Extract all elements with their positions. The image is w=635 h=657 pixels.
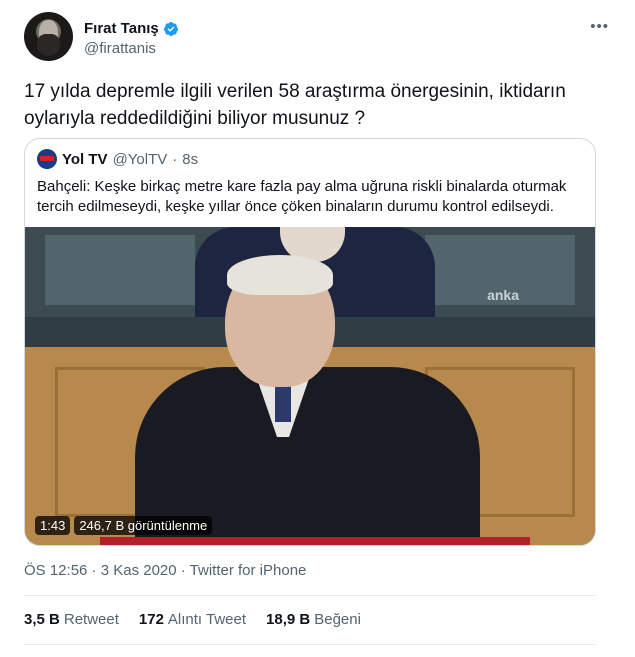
quoted-tweet-header: Yol TV @YolTV · 8s	[37, 149, 198, 169]
divider	[24, 644, 596, 645]
verified-badge-icon	[163, 21, 178, 36]
retweet-stat[interactable]: 3,5 B Retweet	[24, 611, 119, 628]
quoted-tweet-text: Bahçeli: Keşke birkaç metre kare fazla p…	[37, 178, 567, 215]
author-name[interactable]: Fırat Tanış	[84, 20, 159, 37]
more-icon[interactable]: •••	[590, 18, 609, 35]
quoted-author-name: Yol TV	[62, 150, 108, 168]
retweet-count: 3,5 B	[24, 611, 60, 628]
quoted-tweet[interactable]: Yol TV @YolTV · 8s Bahçeli: Keşke birkaç…	[24, 138, 596, 546]
tweet-stats: 3,5 B Retweet 172 Alıntı Tweet 18,9 B Be…	[24, 611, 361, 628]
quoted-author-handle: @YolTV	[112, 150, 168, 168]
like-count: 18,9 B	[266, 611, 311, 628]
separator-dot: ·	[172, 150, 178, 168]
video-podium-red-strip	[100, 537, 530, 545]
video-speaker-tie	[275, 382, 291, 422]
tweet-meta[interactable]: ÖS 12:56 · 3 Kas 2020 · Twitter for iPho…	[24, 562, 306, 579]
yoltv-logo-icon	[37, 149, 57, 169]
divider	[24, 595, 596, 596]
avatar-beard	[37, 34, 60, 56]
video-duration: 1:43	[35, 516, 71, 535]
author-name-row: Fırat Tanış	[84, 20, 179, 37]
quote-tweet-label: Alıntı Tweet	[167, 611, 247, 628]
quoted-timestamp: 8s	[182, 150, 199, 168]
avatar[interactable]	[24, 12, 73, 61]
tweet-text: 17 yılda depremle ilgili verilen 58 araş…	[24, 81, 566, 129]
like-stat[interactable]: 18,9 B Beğeni	[266, 611, 361, 628]
quote-tweet-count: 172	[138, 611, 164, 628]
video-player[interactable]: anka 1:43 246,7 B görüntülenme	[25, 227, 595, 545]
video-speaker-hair	[227, 255, 333, 295]
video-badges: 1:43 246,7 B görüntülenme	[35, 516, 213, 535]
retweet-label: Retweet	[63, 611, 119, 628]
quote-tweet-stat[interactable]: 172 Alıntı Tweet	[139, 611, 246, 628]
video-wall-panel	[45, 235, 195, 305]
author-handle[interactable]: @firattanis	[84, 40, 156, 57]
tweet-header: Fırat Tanış @firattanis •••	[24, 12, 611, 64]
video-view-count: 246,7 B görüntülenme	[74, 516, 213, 535]
video-watermark: anka	[487, 287, 519, 303]
like-label: Beğeni	[314, 611, 361, 628]
